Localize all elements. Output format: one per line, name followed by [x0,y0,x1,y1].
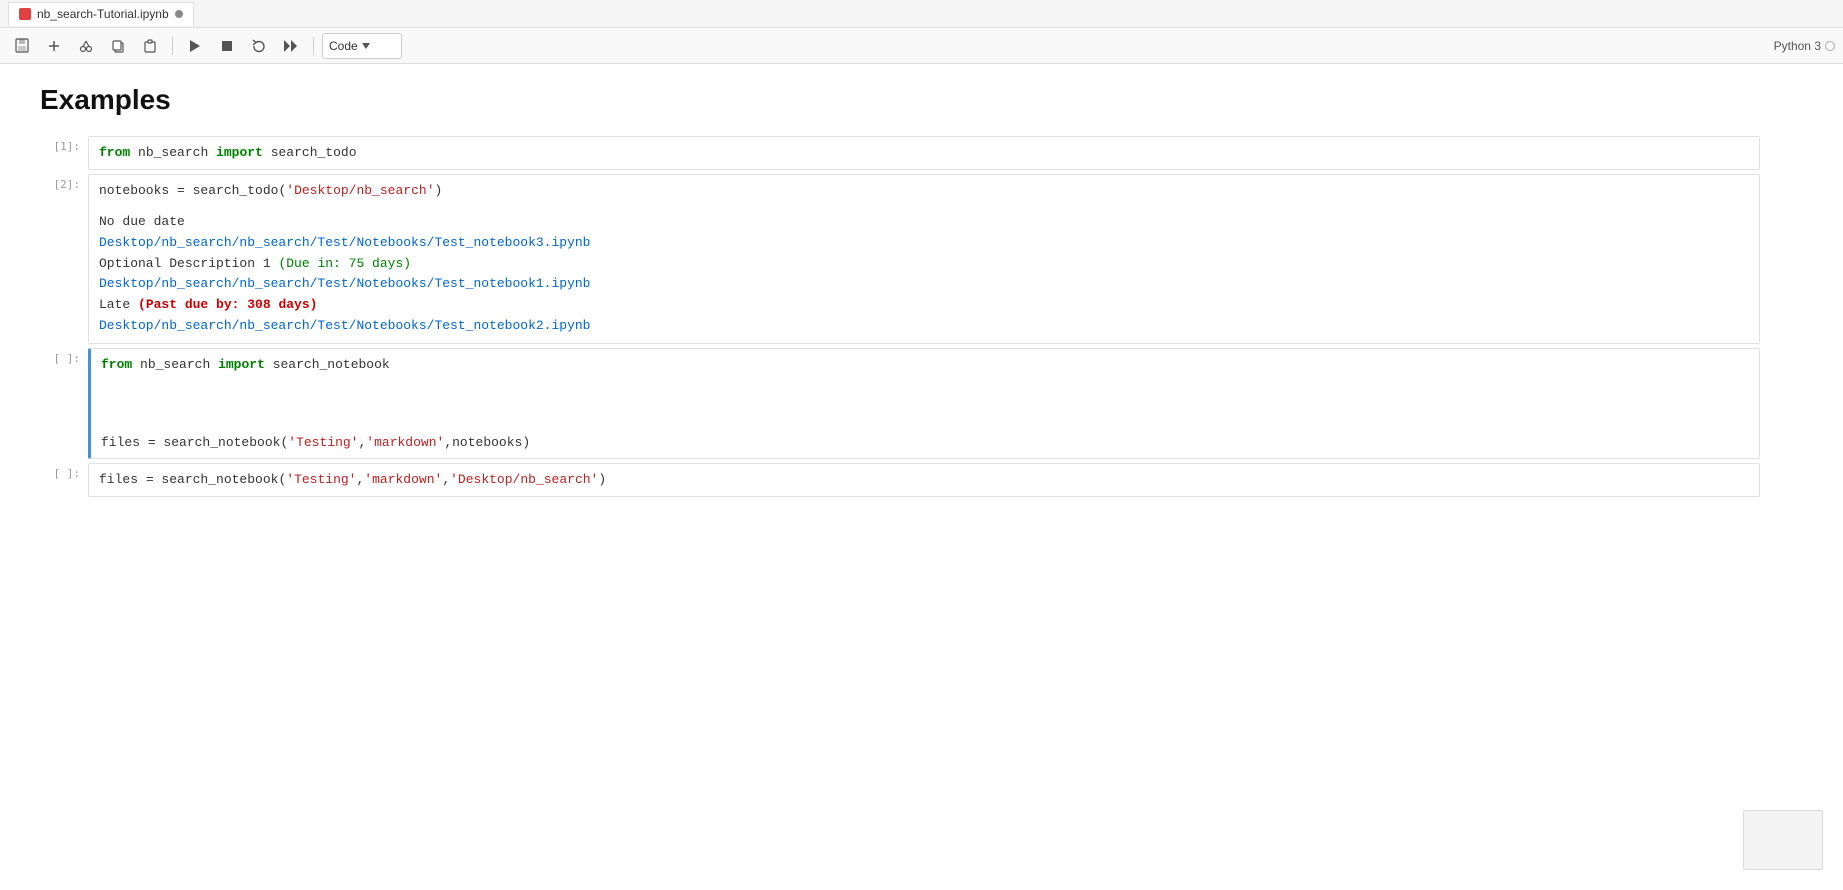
output-line-6: Desktop/nb_search/nb_search/Test/Noteboo… [99,316,1749,337]
cell-3: [ ]: from nb_search import search_notebo… [40,348,1760,460]
output-link-notebook3[interactable]: Desktop/nb_search/nb_search/Test/Noteboo… [99,235,590,250]
notebook-tab[interactable]: nb_search-Tutorial.ipynb [8,2,194,26]
keyword-import: import [216,145,263,160]
output-no-due: No due date [99,214,185,229]
module-name-2: nb_search [140,357,210,372]
output-line-4: Desktop/nb_search/nb_search/Test/Noteboo… [99,274,1749,295]
titlebar: nb_search-Tutorial.ipynb [0,0,1843,28]
module-name: nb_search [138,145,208,160]
string-markdown: 'markdown' [366,435,444,450]
cell-4-label: [ ]: [40,463,88,480]
output-late-label: Late [99,297,138,312]
cell-1: [1]: from nb_search import search_todo [40,136,1760,170]
func-search-notebook-call: search_notebook [163,435,280,450]
cell-2: [2]: notebooks = search_todo('Desktop/nb… [40,174,1760,344]
cell-1-input[interactable]: from nb_search import search_todo [89,137,1759,169]
func-search-notebook: search_notebook [273,357,390,372]
func-search-notebook-call-2: search_notebook [161,472,278,487]
string-markdown-2: 'markdown' [364,472,442,487]
cell-3-input[interactable]: from nb_search import search_notebook fi… [91,349,1759,459]
cell-3-content[interactable]: from nb_search import search_notebook fi… [88,348,1760,460]
cut-button[interactable] [72,33,100,59]
output-line-5: Late (Past due by: 308 days) [99,295,1749,316]
output-line-2: Desktop/nb_search/nb_search/Test/Noteboo… [99,233,1749,254]
tab-icon [19,8,31,20]
paste-button[interactable] [136,33,164,59]
notebook-body: Examples [1]: from nb_search import sear… [0,64,1800,521]
output-due-in: (Due in: 75 days) [278,256,411,271]
save-button[interactable] [8,33,36,59]
cell-2-input[interactable]: notebooks = search_todo('Desktop/nb_sear… [89,175,1759,207]
cell-4-content[interactable]: files = search_notebook('Testing','markd… [88,463,1760,497]
cell-1-content[interactable]: from nb_search import search_todo [88,136,1760,170]
tab-title: nb_search-Tutorial.ipynb [37,7,169,21]
separator-1 [172,37,173,55]
var-notebooks-ref: notebooks [452,435,522,450]
minimap [1743,810,1823,870]
cell-3-label: [ ]: [40,348,88,365]
string-path: 'Desktop/nb_search' [286,183,434,198]
kernel-status-indicator [1825,41,1835,51]
output-link-notebook1[interactable]: Desktop/nb_search/nb_search/Test/Noteboo… [99,276,590,291]
cell-4: [ ]: files = search_notebook('Testing','… [40,463,1760,497]
kernel-label: Python 3 [1774,39,1835,53]
cell-type-label: Code [329,39,358,53]
keyword-import-2: import [218,357,265,372]
func-name: search_todo [271,145,357,160]
string-testing: 'Testing' [288,435,358,450]
restart-run-button[interactable] [277,33,305,59]
var-notebooks: notebooks [99,183,169,198]
cell-4-input[interactable]: files = search_notebook('Testing','markd… [89,464,1759,496]
cell-2-label: [2]: [40,174,88,191]
toolbar: Code Python 3 [0,28,1843,64]
output-line-3: Optional Description 1 (Due in: 75 days) [99,254,1749,275]
var-files: files [101,435,140,450]
keyword-from: from [99,145,130,160]
cell-type-dropdown[interactable]: Code [322,33,402,59]
restart-button[interactable] [245,33,273,59]
notebook-title: Examples [40,84,1760,116]
cell-2-output: No due date Desktop/nb_search/nb_search/… [89,206,1759,343]
stop-button[interactable] [213,33,241,59]
copy-button[interactable] [104,33,132,59]
cell-1-label: [1]: [40,136,88,153]
tab-modified-indicator [175,10,183,18]
string-path-2: 'Desktop/nb_search' [450,472,598,487]
output-line-1: No due date [99,212,1749,233]
string-testing-2: 'Testing' [286,472,356,487]
output-link-notebook2[interactable]: Desktop/nb_search/nb_search/Test/Noteboo… [99,318,590,333]
output-optional-desc: Optional Description 1 [99,256,278,271]
add-cell-button[interactable] [40,33,68,59]
var-files-2: files [99,472,138,487]
python-version-label: Python 3 [1774,39,1821,53]
output-past-due: (Past due by: 308 days) [138,297,317,312]
func-search-todo: search_todo [193,183,279,198]
keyword-from-2: from [101,357,132,372]
run-button[interactable] [181,33,209,59]
separator-2 [313,37,314,55]
cell-2-content[interactable]: notebooks = search_todo('Desktop/nb_sear… [88,174,1760,344]
